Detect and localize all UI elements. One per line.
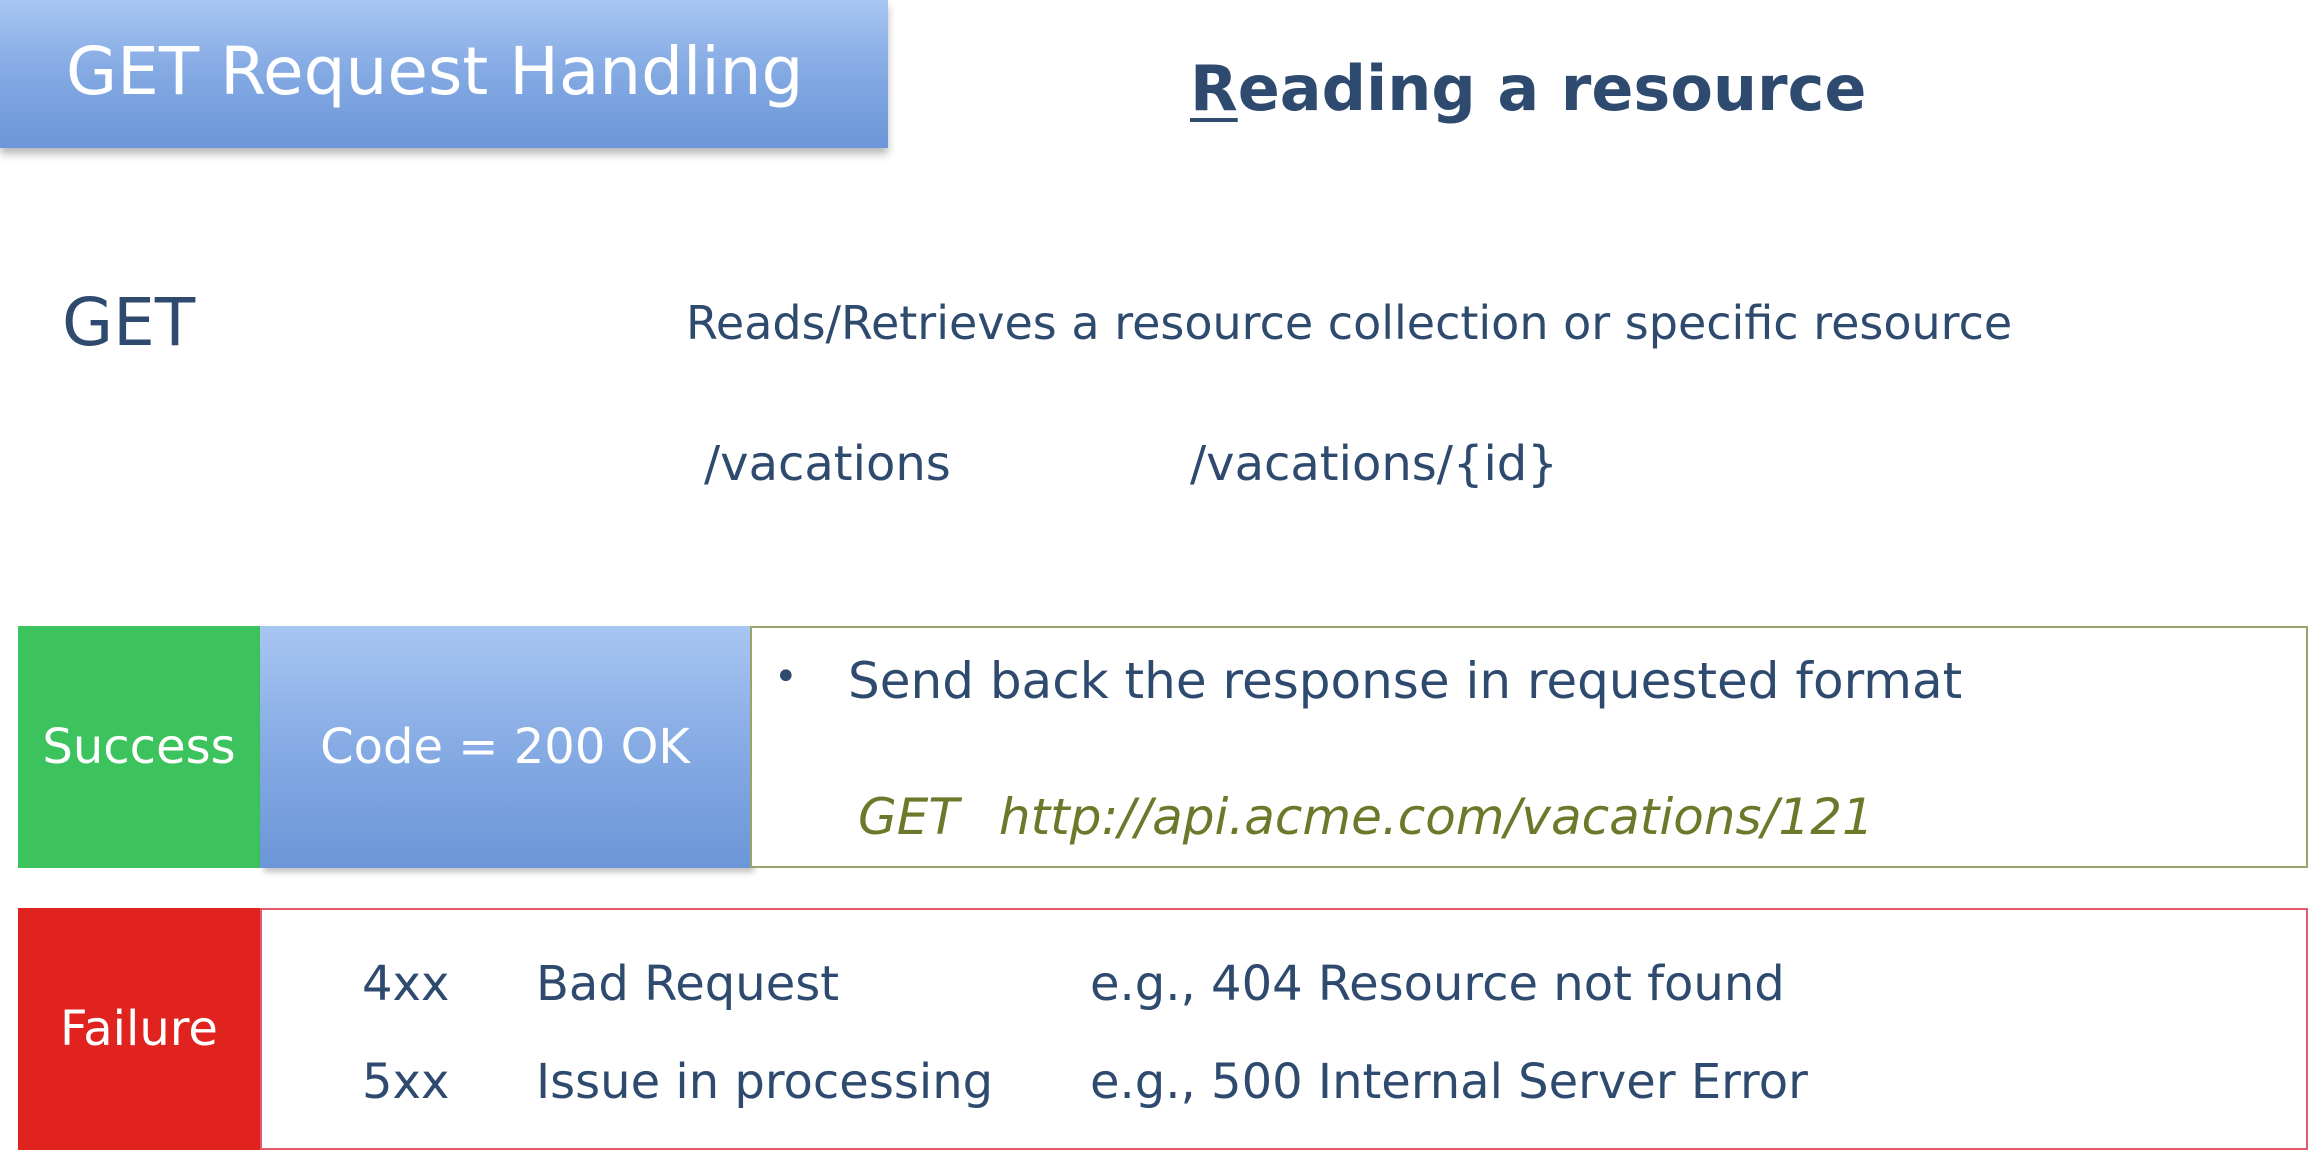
failure-row: Failure 4xx Bad Request e.g., 404 Resour… [18, 908, 2308, 1150]
failure-code: 5xx [362, 1054, 450, 1110]
http-method: GET [62, 284, 196, 361]
example-url: http://api.acme.com/vacations/121 [998, 788, 1874, 846]
failure-example: e.g., 500 Internal Server Error [1090, 1054, 1808, 1110]
example-method: GET [858, 788, 959, 846]
subtitle-first-letter: R [1190, 52, 1238, 125]
success-label: Success [18, 626, 260, 868]
example-request: GET http://api.acme.com/vacations/121 [858, 788, 1874, 846]
path-item: /vacations/{id} [1190, 436, 1558, 492]
slide-subtitle: Reading a resource [1190, 52, 1866, 125]
path-collection: /vacations [704, 436, 951, 492]
success-row: Success Code = 200 OK • Send back the re… [18, 626, 2308, 868]
bullet-icon: • [774, 654, 798, 700]
failure-label: Failure [18, 908, 260, 1150]
failure-name: Bad Request [536, 956, 840, 1012]
method-description: Reads/Retrieves a resource collection or… [686, 296, 2013, 350]
success-detail: • Send back the response in requested fo… [750, 626, 2308, 868]
success-bullet-text: Send back the response in requested form… [848, 652, 1963, 710]
title-banner: GET Request Handling [0, 0, 888, 148]
success-code: Code = 200 OK [260, 626, 750, 868]
failure-name: Issue in processing [536, 1054, 994, 1110]
failure-detail: 4xx Bad Request e.g., 404 Resource not f… [260, 908, 2308, 1150]
subtitle-rest: eading a resource [1237, 52, 1867, 125]
failure-example: e.g., 404 Resource not found [1090, 956, 1785, 1012]
slide-title: GET Request Handling [66, 32, 804, 110]
failure-code: 4xx [362, 956, 450, 1012]
